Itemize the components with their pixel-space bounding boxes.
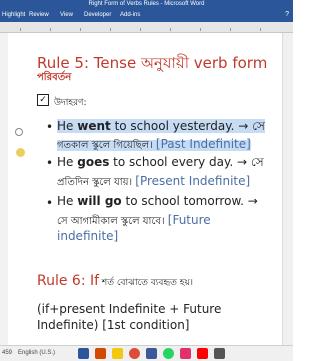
example-1-line-1: He went to school yesterday. → সে — [57, 119, 265, 133]
window-title: Right Form of Verbs Rules - Microsoft Wo… — [88, 1, 205, 7]
youtube-icon[interactable] — [197, 348, 208, 359]
bullet-icon: • — [46, 156, 54, 170]
example-label: উদাহরণ: — [54, 98, 87, 108]
page-info[interactable]: 459 — [2, 350, 12, 356]
example-3-line-1: He will go to school tomorrow. → — [57, 194, 258, 208]
tab-view[interactable]: View — [60, 12, 73, 18]
whatsapp-icon[interactable] — [163, 348, 174, 359]
circle-marker-icon — [15, 128, 23, 136]
window-title-bar: Right Form of Verbs Rules - Microsoft Wo… — [0, 0, 293, 8]
example-2-line-2: প্রতিদিন স্কুলে যায়। [Present Indefinit… — [57, 174, 251, 188]
settings-icon[interactable] — [214, 348, 225, 359]
facebook-icon[interactable] — [146, 348, 157, 359]
rule6-line-2: Indefinite) [1st condition] — [37, 318, 190, 332]
rule6-line-1: (if+present Indefinite + Future — [37, 302, 222, 316]
rule5-title: Rule 5: Tense অনুযায়ী verb form — [37, 54, 268, 72]
horizontal-ruler[interactable] — [0, 22, 293, 33]
bullet-icon: • — [46, 120, 54, 134]
tab-highlight[interactable]: Highlight — [2, 12, 25, 18]
rule6-title: Rule 6: If শর্ত বোঝাতে ব্যবহৃত হয়। — [37, 273, 194, 289]
example-2-line-1: He goes to school every day. → সে — [57, 155, 264, 169]
ribbon-tabs: Highlight Review View Developer Add-ins … — [0, 8, 293, 22]
folder-icon[interactable] — [112, 348, 123, 359]
help-icon[interactable]: ? — [285, 11, 289, 18]
bullet-icon: • — [46, 196, 54, 210]
example-3-line-3: indefinite] — [57, 229, 119, 243]
language-indicator[interactable]: English (U.S.) — [18, 350, 55, 356]
chrome-icon[interactable] — [129, 348, 140, 359]
tab-add-ins[interactable]: Add-ins — [120, 12, 140, 18]
tab-developer[interactable]: Developer — [84, 12, 111, 18]
rule5-subtitle: পরিবর্তন — [37, 72, 72, 83]
example-1-line-2: গতকাল স্কুলে গিয়েছিল। [Past Indefinite] — [57, 137, 251, 151]
instagram-icon[interactable] — [180, 348, 191, 359]
vertical-scrollbar[interactable] — [282, 33, 293, 345]
powerpoint-icon[interactable] — [95, 348, 106, 359]
tab-review[interactable]: Review — [29, 12, 49, 18]
left-margin — [0, 33, 8, 345]
checkbox-icon[interactable]: ✓ — [37, 94, 49, 106]
word-icon[interactable] — [78, 348, 89, 359]
mouse-cursor-icon — [16, 148, 25, 157]
status-bar: 459 English (U.S.) — [0, 345, 293, 361]
